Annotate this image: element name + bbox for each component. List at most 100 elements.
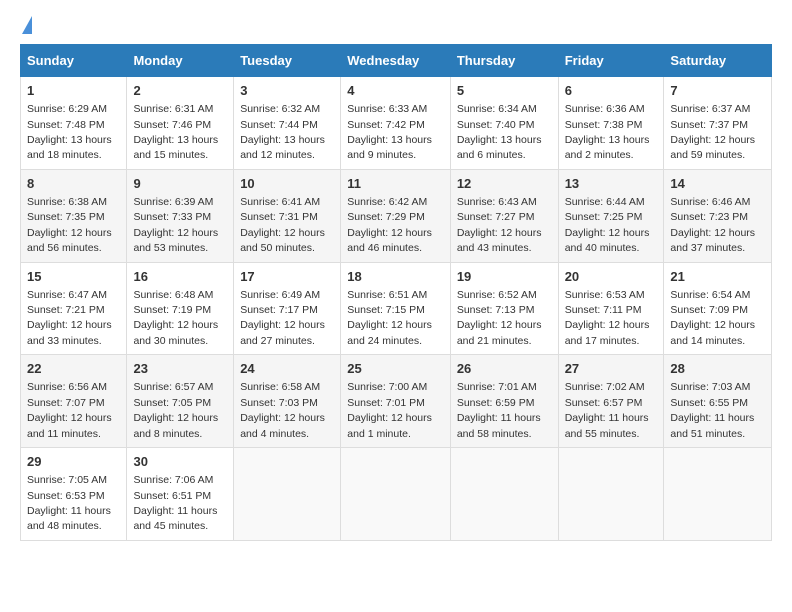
daylight-info: Daylight: 12 hours and 24 minutes. (347, 319, 432, 346)
calendar-table: SundayMondayTuesdayWednesdayThursdayFrid… (20, 44, 772, 541)
column-header-wednesday: Wednesday (341, 45, 451, 77)
daylight-info: Daylight: 12 hours and 46 minutes. (347, 227, 432, 254)
sunrise-info: Sunrise: 6:58 AM (240, 381, 320, 393)
sunrise-info: Sunrise: 6:52 AM (457, 289, 537, 301)
daylight-info: Daylight: 12 hours and 21 minutes. (457, 319, 542, 346)
sunset-info: Sunset: 7:03 PM (240, 397, 318, 409)
daylight-info: Daylight: 13 hours and 15 minutes. (133, 134, 218, 161)
sunrise-info: Sunrise: 6:48 AM (133, 289, 213, 301)
calendar-cell: 5 Sunrise: 6:34 AM Sunset: 7:40 PM Dayli… (450, 77, 558, 170)
sunset-info: Sunset: 7:11 PM (565, 304, 642, 316)
sunset-info: Sunset: 7:27 PM (457, 211, 535, 223)
day-number: 23 (133, 360, 227, 378)
sunset-info: Sunset: 7:31 PM (240, 211, 318, 223)
calendar-week-row: 1 Sunrise: 6:29 AM Sunset: 7:48 PM Dayli… (21, 77, 772, 170)
column-header-monday: Monday (127, 45, 234, 77)
sunrise-info: Sunrise: 6:43 AM (457, 196, 537, 208)
calendar-cell: 20 Sunrise: 6:53 AM Sunset: 7:11 PM Dayl… (558, 262, 664, 355)
calendar-cell: 23 Sunrise: 6:57 AM Sunset: 7:05 PM Dayl… (127, 355, 234, 448)
day-number: 9 (133, 175, 227, 193)
day-number: 15 (27, 268, 120, 286)
logo (20, 16, 32, 34)
calendar-cell: 6 Sunrise: 6:36 AM Sunset: 7:38 PM Dayli… (558, 77, 664, 170)
daylight-info: Daylight: 11 hours and 58 minutes. (457, 412, 541, 439)
calendar-cell: 24 Sunrise: 6:58 AM Sunset: 7:03 PM Dayl… (234, 355, 341, 448)
day-number: 6 (565, 82, 658, 100)
sunset-info: Sunset: 6:57 PM (565, 397, 643, 409)
day-number: 22 (27, 360, 120, 378)
daylight-info: Daylight: 13 hours and 6 minutes. (457, 134, 542, 161)
calendar-cell: 29 Sunrise: 7:05 AM Sunset: 6:53 PM Dayl… (21, 448, 127, 541)
column-header-friday: Friday (558, 45, 664, 77)
daylight-info: Daylight: 12 hours and 33 minutes. (27, 319, 112, 346)
day-number: 24 (240, 360, 334, 378)
calendar-cell: 16 Sunrise: 6:48 AM Sunset: 7:19 PM Dayl… (127, 262, 234, 355)
day-number: 16 (133, 268, 227, 286)
calendar-header-row: SundayMondayTuesdayWednesdayThursdayFrid… (21, 45, 772, 77)
sunrise-info: Sunrise: 6:44 AM (565, 196, 645, 208)
sunset-info: Sunset: 6:59 PM (457, 397, 535, 409)
calendar-cell: 13 Sunrise: 6:44 AM Sunset: 7:25 PM Dayl… (558, 169, 664, 262)
calendar-cell: 17 Sunrise: 6:49 AM Sunset: 7:17 PM Dayl… (234, 262, 341, 355)
day-number: 17 (240, 268, 334, 286)
calendar-cell: 22 Sunrise: 6:56 AM Sunset: 7:07 PM Dayl… (21, 355, 127, 448)
sunrise-info: Sunrise: 6:53 AM (565, 289, 645, 301)
sunrise-info: Sunrise: 6:57 AM (133, 381, 213, 393)
sunset-info: Sunset: 7:15 PM (347, 304, 425, 316)
calendar-week-row: 29 Sunrise: 7:05 AM Sunset: 6:53 PM Dayl… (21, 448, 772, 541)
calendar-cell: 26 Sunrise: 7:01 AM Sunset: 6:59 PM Dayl… (450, 355, 558, 448)
sunrise-info: Sunrise: 6:33 AM (347, 103, 427, 115)
sunrise-info: Sunrise: 6:47 AM (27, 289, 107, 301)
logo-triangle-icon (22, 16, 32, 34)
sunset-info: Sunset: 7:33 PM (133, 211, 211, 223)
sunrise-info: Sunrise: 6:49 AM (240, 289, 320, 301)
sunset-info: Sunset: 6:55 PM (670, 397, 748, 409)
day-number: 2 (133, 82, 227, 100)
sunset-info: Sunset: 7:23 PM (670, 211, 748, 223)
daylight-info: Daylight: 11 hours and 55 minutes. (565, 412, 649, 439)
sunrise-info: Sunrise: 6:54 AM (670, 289, 750, 301)
day-number: 11 (347, 175, 444, 193)
daylight-info: Daylight: 13 hours and 2 minutes. (565, 134, 650, 161)
sunset-info: Sunset: 7:13 PM (457, 304, 535, 316)
sunset-info: Sunset: 7:46 PM (133, 119, 211, 131)
sunrise-info: Sunrise: 6:34 AM (457, 103, 537, 115)
sunset-info: Sunset: 7:19 PM (133, 304, 211, 316)
sunset-info: Sunset: 7:37 PM (670, 119, 748, 131)
daylight-info: Daylight: 12 hours and 8 minutes. (133, 412, 218, 439)
sunrise-info: Sunrise: 6:46 AM (670, 196, 750, 208)
column-header-tuesday: Tuesday (234, 45, 341, 77)
sunrise-info: Sunrise: 7:00 AM (347, 381, 427, 393)
daylight-info: Daylight: 12 hours and 53 minutes. (133, 227, 218, 254)
day-number: 29 (27, 453, 120, 471)
sunset-info: Sunset: 7:38 PM (565, 119, 643, 131)
sunset-info: Sunset: 7:40 PM (457, 119, 535, 131)
day-number: 21 (670, 268, 765, 286)
sunrise-info: Sunrise: 6:31 AM (133, 103, 213, 115)
daylight-info: Daylight: 12 hours and 4 minutes. (240, 412, 325, 439)
day-number: 25 (347, 360, 444, 378)
calendar-cell (450, 448, 558, 541)
sunrise-info: Sunrise: 6:36 AM (565, 103, 645, 115)
calendar-cell: 11 Sunrise: 6:42 AM Sunset: 7:29 PM Dayl… (341, 169, 451, 262)
daylight-info: Daylight: 12 hours and 17 minutes. (565, 319, 650, 346)
sunset-info: Sunset: 7:17 PM (240, 304, 318, 316)
calendar-cell (664, 448, 772, 541)
calendar-cell: 18 Sunrise: 6:51 AM Sunset: 7:15 PM Dayl… (341, 262, 451, 355)
day-number: 18 (347, 268, 444, 286)
calendar-cell: 19 Sunrise: 6:52 AM Sunset: 7:13 PM Dayl… (450, 262, 558, 355)
calendar-cell: 4 Sunrise: 6:33 AM Sunset: 7:42 PM Dayli… (341, 77, 451, 170)
day-number: 28 (670, 360, 765, 378)
sunset-info: Sunset: 6:51 PM (133, 490, 211, 502)
sunset-info: Sunset: 7:44 PM (240, 119, 318, 131)
calendar-week-row: 22 Sunrise: 6:56 AM Sunset: 7:07 PM Dayl… (21, 355, 772, 448)
calendar-cell: 2 Sunrise: 6:31 AM Sunset: 7:46 PM Dayli… (127, 77, 234, 170)
day-number: 7 (670, 82, 765, 100)
calendar-week-row: 8 Sunrise: 6:38 AM Sunset: 7:35 PM Dayli… (21, 169, 772, 262)
calendar-cell: 1 Sunrise: 6:29 AM Sunset: 7:48 PM Dayli… (21, 77, 127, 170)
sunrise-info: Sunrise: 7:03 AM (670, 381, 750, 393)
daylight-info: Daylight: 12 hours and 30 minutes. (133, 319, 218, 346)
sunrise-info: Sunrise: 7:01 AM (457, 381, 537, 393)
daylight-info: Daylight: 11 hours and 45 minutes. (133, 505, 217, 532)
calendar-week-row: 15 Sunrise: 6:47 AM Sunset: 7:21 PM Dayl… (21, 262, 772, 355)
